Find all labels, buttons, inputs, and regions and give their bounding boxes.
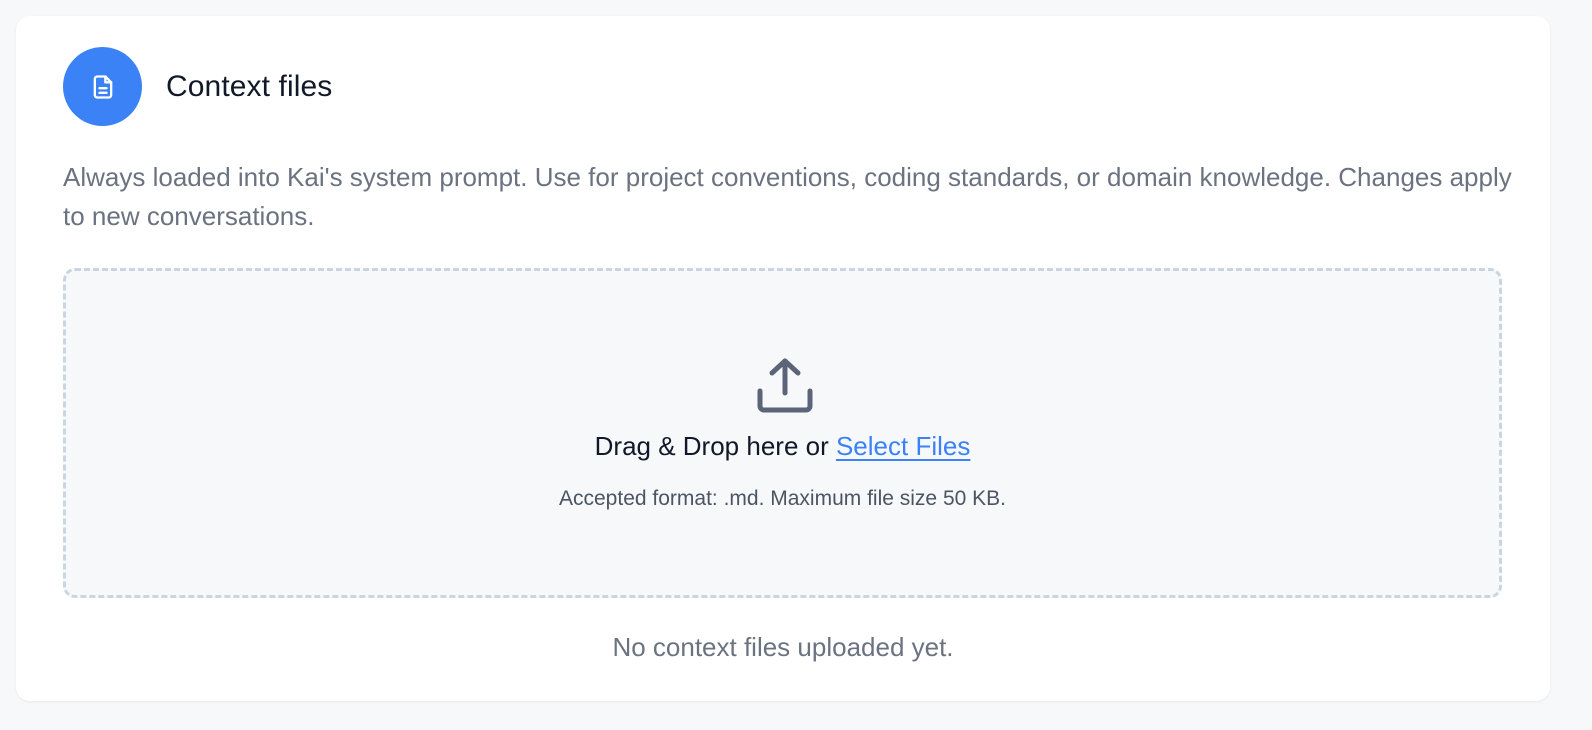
- format-note: Accepted format: .md. Maximum file size …: [559, 487, 1006, 510]
- section-description: Always loaded into Kai's system prompt. …: [63, 162, 1512, 231]
- drop-prompt-text: Drag & Drop here or: [594, 431, 836, 461]
- section-header: Context files: [63, 47, 332, 126]
- empty-state-message: No context files uploaded yet.: [612, 632, 954, 662]
- section-title: Context files: [166, 69, 333, 103]
- context-files-card: Context files Always loaded into Kai's s…: [16, 16, 1550, 701]
- file-dropzone[interactable]: Drag & Drop here or Select Files Accepte…: [63, 268, 1502, 598]
- select-files-link[interactable]: Select Files: [836, 431, 970, 461]
- document-icon: [63, 47, 142, 126]
- drop-prompt: Drag & Drop here or Select Files: [66, 431, 1499, 462]
- upload-icon: [754, 355, 816, 417]
